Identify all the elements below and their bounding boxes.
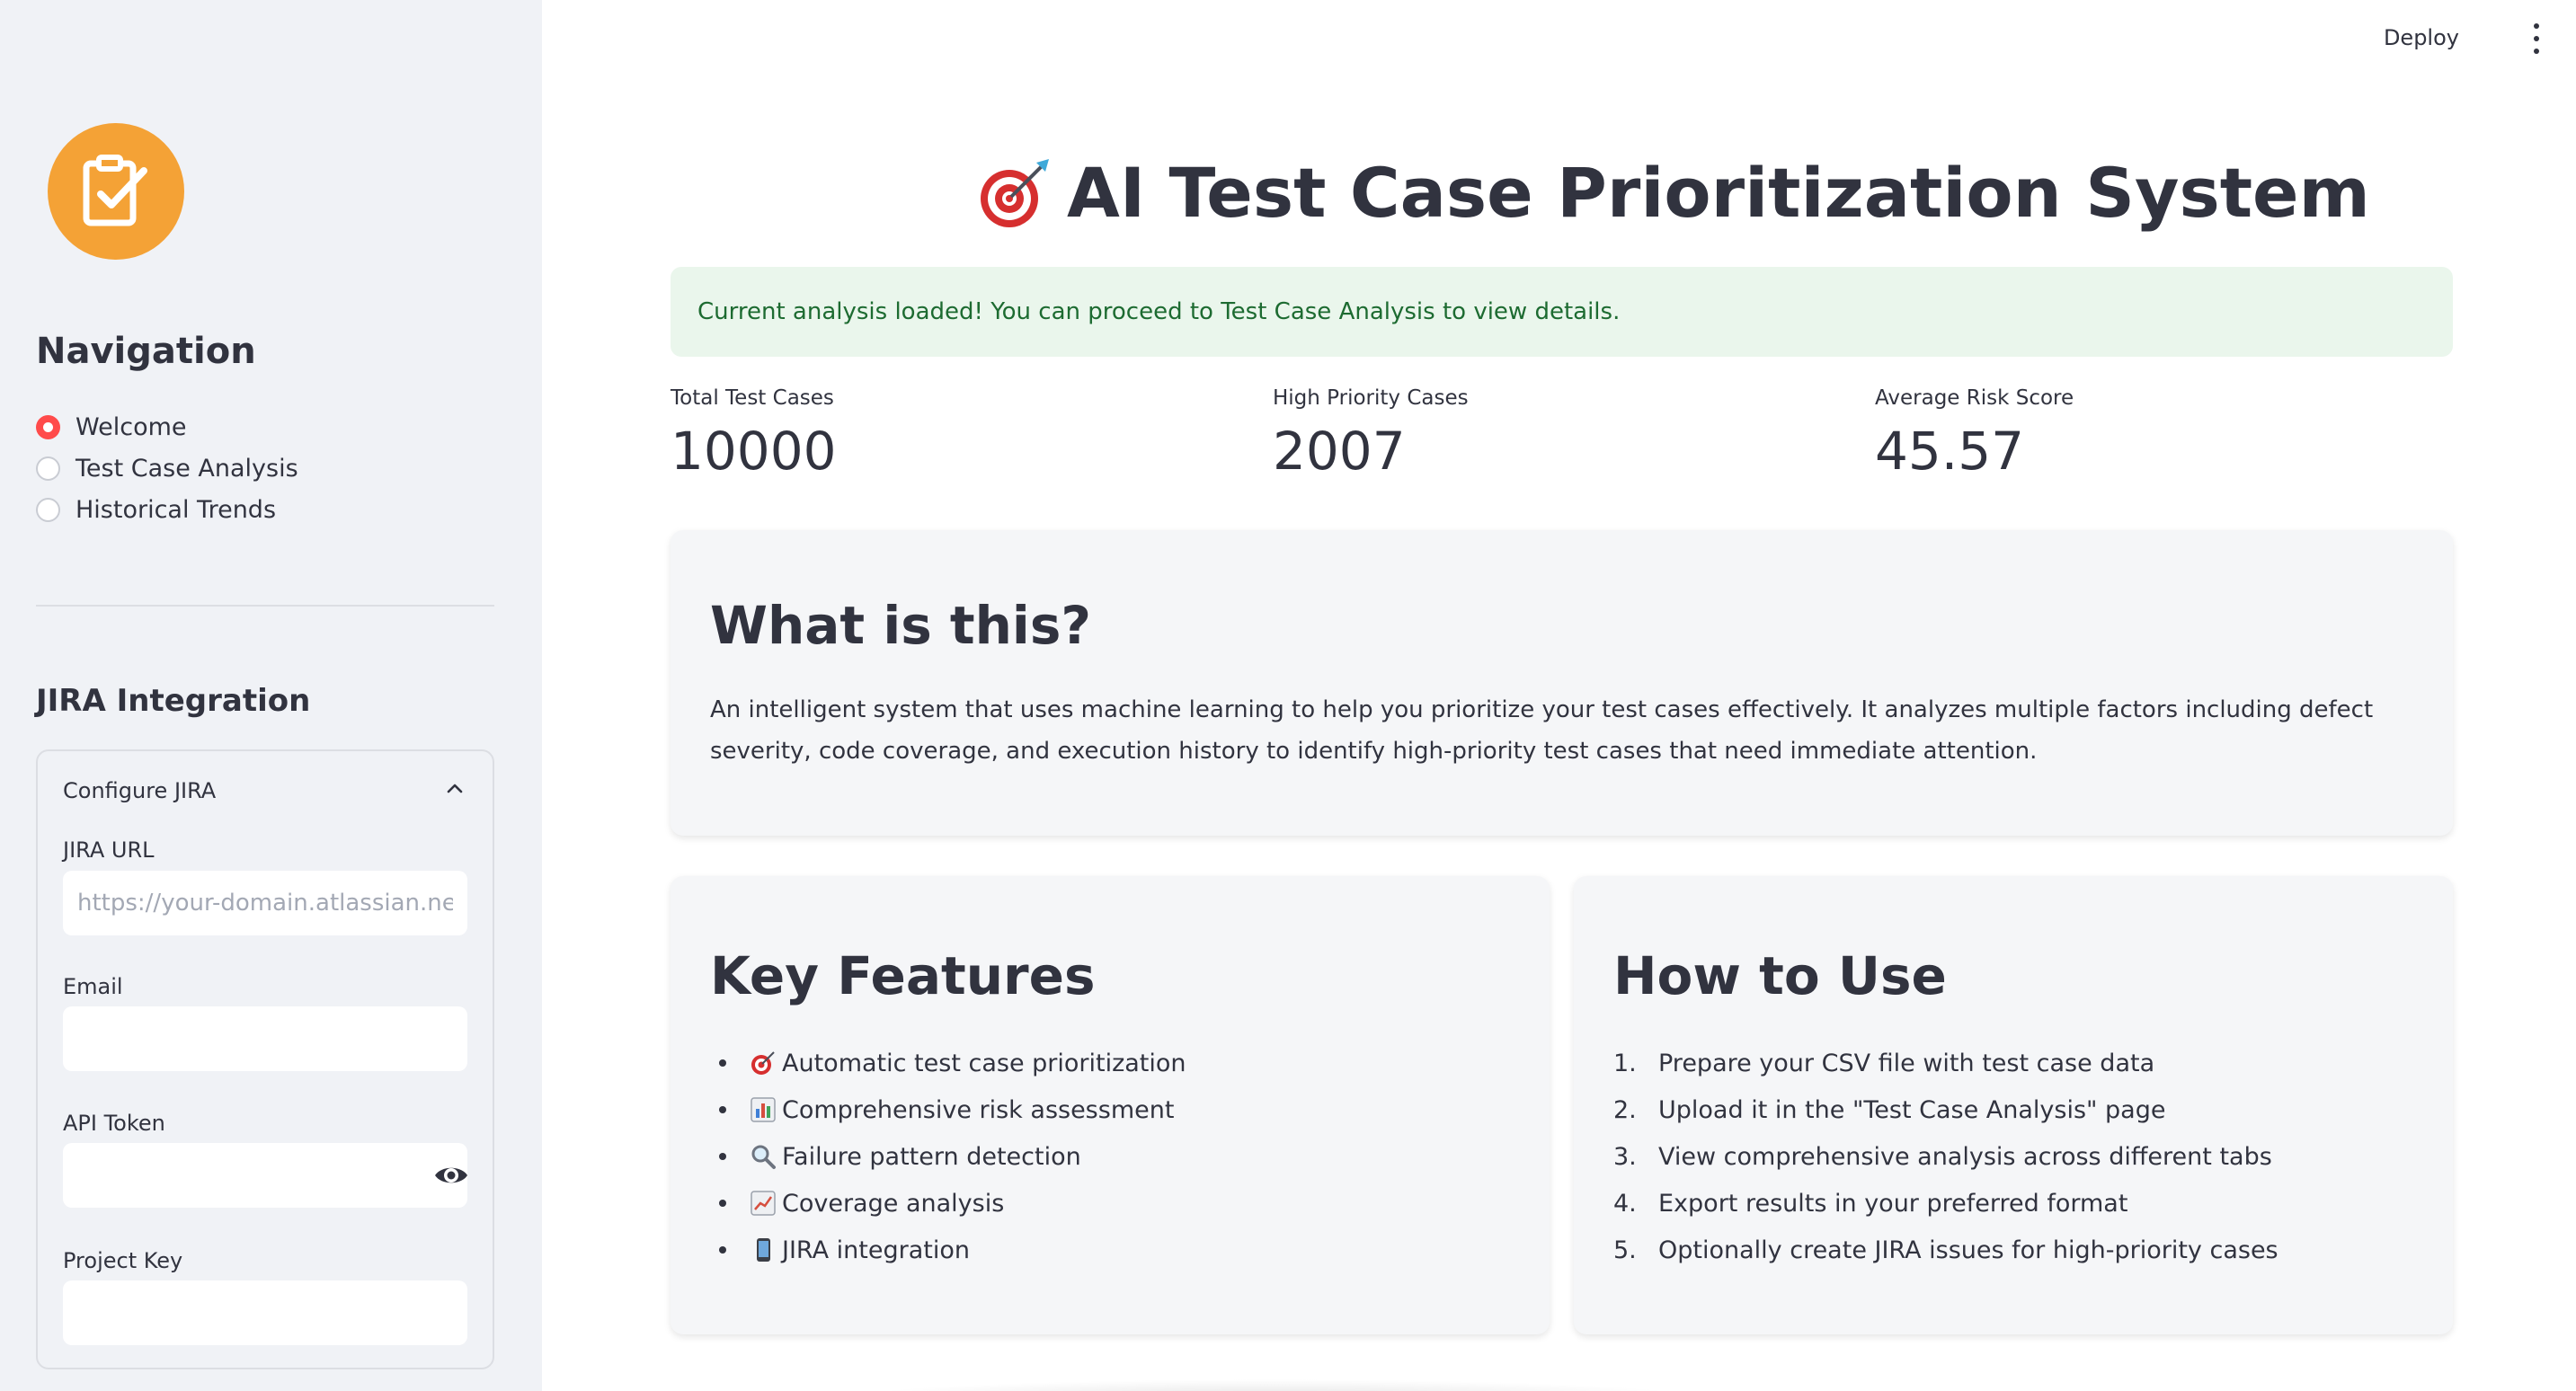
project-key-label: Project Key [63, 1248, 183, 1273]
step-number: 4. [1613, 1189, 1637, 1218]
metric-value: 10000 [671, 421, 837, 482]
nav-option-welcome[interactable]: Welcome [36, 406, 298, 447]
what-is-this-text: An intelligent system that uses machine … [710, 696, 2374, 765]
feature-label: Automatic test case prioritization [782, 1049, 1186, 1077]
metric-average-risk-score: Average Risk Score 45.57 [1875, 386, 2074, 482]
list-item: 5. Optionally create JIRA issues for hig… [1613, 1227, 2278, 1273]
target-icon [751, 1051, 775, 1075]
step-label: Upload it in the "Test Case Analysis" pa… [1658, 1095, 2166, 1124]
jira-url-input[interactable] [63, 871, 467, 935]
step-number: 3. [1613, 1142, 1637, 1171]
email-input[interactable] [63, 1006, 467, 1071]
nav-option-label: Historical Trends [76, 495, 277, 524]
sidebar: Navigation Welcome Test Case Analysis Hi… [0, 0, 542, 1391]
what-is-this-heading: What is this? [710, 595, 1091, 656]
nav-option-label: Test Case Analysis [76, 454, 298, 483]
metric-high-priority-cases: High Priority Cases 2007 [1273, 386, 1469, 482]
success-alert: Current analysis loaded! You can proceed… [671, 267, 2453, 357]
bar-chart-icon [751, 1097, 776, 1122]
app-root: Navigation Welcome Test Case Analysis Hi… [0, 0, 2576, 1391]
vertical-dots-icon[interactable] [2531, 23, 2542, 54]
nav-option-historical-trends[interactable]: Historical Trends [36, 489, 298, 530]
feature-label: Failure pattern detection [782, 1142, 1081, 1171]
list-item: 4. Export results in your preferred form… [1613, 1180, 2278, 1227]
list-item: Failure pattern detection [710, 1133, 1186, 1180]
key-features-list: Automatic test case prioritization Compr… [710, 1040, 1186, 1273]
project-key-input[interactable] [63, 1280, 467, 1345]
list-item: 1. Prepare your CSV file with test case … [1613, 1040, 2278, 1086]
main-content: Deploy AI Test Case Prioritization Syste… [542, 0, 2576, 1391]
metric-label: High Priority Cases [1273, 386, 1469, 410]
list-item: Coverage analysis [710, 1180, 1186, 1227]
radio-unselected-icon[interactable] [36, 456, 60, 481]
list-item: 2. Upload it in the "Test Case Analysis"… [1613, 1086, 2278, 1133]
navigation-heading: Navigation [36, 331, 256, 372]
api-token-input[interactable] [63, 1143, 467, 1208]
magnifier-icon [751, 1145, 776, 1169]
step-label: Export results in your preferred format [1658, 1189, 2128, 1218]
target-icon [981, 158, 1049, 227]
metric-value: 45.57 [1875, 421, 2025, 482]
chevron-up-icon[interactable] [444, 778, 466, 800]
card-shadow [848, 1379, 1701, 1391]
page-title-text: AI Test Case Prioritization System [1067, 153, 2370, 233]
metric-label: Average Risk Score [1875, 386, 2074, 410]
feature-label: Coverage analysis [782, 1189, 1005, 1218]
jira-url-label: JIRA URL [63, 837, 155, 863]
jira-integration-heading: JIRA Integration [36, 683, 311, 719]
how-to-use-card: How to Use 1. Prepare your CSV file with… [1574, 876, 2453, 1334]
what-is-this-card: What is this? An intelligent system that… [671, 530, 2453, 836]
list-item: JIRA integration [710, 1227, 1186, 1273]
trend-chart-icon [751, 1191, 776, 1216]
step-label: Optionally create JIRA issues for high-p… [1658, 1236, 2278, 1264]
step-number: 1. [1613, 1049, 1637, 1077]
checklist-icon [83, 155, 147, 226]
key-features-heading: Key Features [710, 945, 1096, 1006]
navigation-radio-group: Welcome Test Case Analysis Historical Tr… [36, 406, 298, 530]
email-label: Email [63, 974, 123, 999]
how-to-use-heading: How to Use [1613, 945, 1947, 1006]
step-number: 2. [1613, 1095, 1637, 1124]
metric-label: Total Test Cases [671, 386, 834, 410]
nav-option-label: Welcome [76, 412, 187, 441]
step-label: View comprehensive analysis across diffe… [1658, 1142, 2272, 1171]
logo [48, 123, 184, 260]
list-item: 3. View comprehensive analysis across di… [1613, 1133, 2278, 1180]
page-title: AI Test Case Prioritization System [973, 153, 2370, 233]
step-label: Prepare your CSV file with test case dat… [1658, 1049, 2155, 1077]
radio-selected-icon[interactable] [36, 414, 60, 439]
key-features-card: Key Features Automatic test case priorit… [671, 876, 1550, 1334]
how-to-use-list: 1. Prepare your CSV file with test case … [1613, 1040, 2278, 1273]
metric-total-test-cases: Total Test Cases 10000 [671, 386, 837, 482]
radio-unselected-icon[interactable] [36, 497, 60, 522]
nav-option-test-case-analysis[interactable]: Test Case Analysis [36, 447, 298, 489]
deploy-button[interactable]: Deploy [2384, 25, 2459, 50]
api-token-label: API Token [63, 1111, 165, 1136]
feature-label: JIRA integration [782, 1236, 970, 1264]
list-item: Comprehensive risk assessment [710, 1086, 1186, 1133]
eye-icon[interactable] [433, 1157, 469, 1193]
mobile-phone-icon [757, 1238, 770, 1262]
configure-jira-expander: Configure JIRA JIRA URL Email API Token … [36, 749, 494, 1369]
feature-label: Comprehensive risk assessment [782, 1095, 1175, 1124]
metric-value: 2007 [1273, 421, 1406, 482]
expander-header[interactable]: Configure JIRA [63, 778, 216, 803]
step-number: 5. [1613, 1236, 1637, 1264]
sidebar-divider [36, 605, 494, 607]
list-item: Automatic test case prioritization [710, 1040, 1186, 1086]
